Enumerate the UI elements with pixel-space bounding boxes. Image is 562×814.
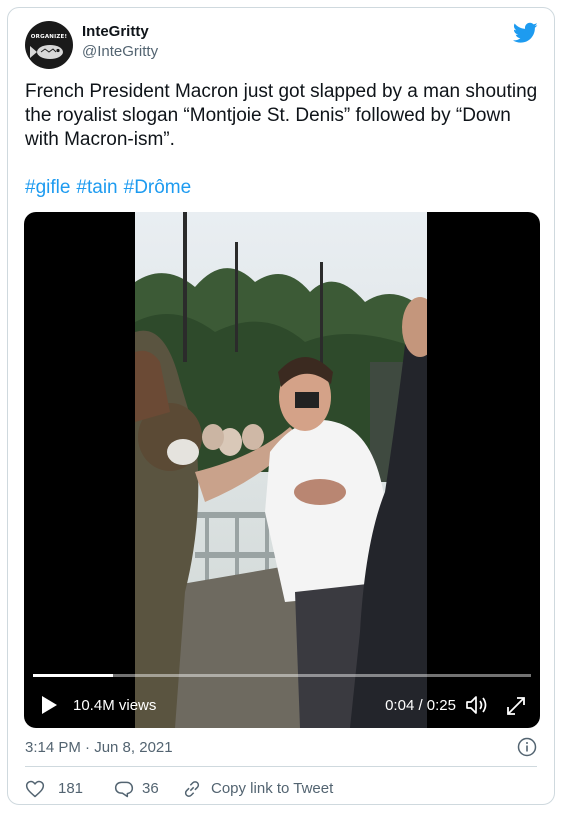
avatar-fish-icon <box>30 45 63 59</box>
avatar-label: ORGANIZE! <box>30 34 68 40</box>
volume-icon[interactable] <box>465 695 489 715</box>
video-progress-bar[interactable] <box>33 674 531 677</box>
fullscreen-icon[interactable] <box>505 695 527 717</box>
hashtag-drome[interactable]: #Drôme <box>124 177 192 198</box>
hashtag-gifle[interactable]: #gifle <box>25 177 70 198</box>
video-time: 0:04 / 0:25 <box>385 697 456 714</box>
user-name[interactable]: InteGritty <box>82 23 149 40</box>
reply-count: 36 <box>142 780 159 797</box>
tweet-text: French President Macron just got slapped… <box>25 81 538 150</box>
like-count: 181 <box>58 780 84 797</box>
reply-icon <box>114 781 134 798</box>
divider <box>25 766 537 767</box>
video-player[interactable]: 10.4M views 0:04 / 0:25 <box>24 212 540 728</box>
user-handle[interactable]: @InteGritty <box>82 43 158 60</box>
copy-link-label: Copy link to Tweet <box>211 780 334 797</box>
video-views: 10.4M views <box>73 697 157 714</box>
tweet-card[interactable]: ORGANIZE! InteGritty @InteGritty French … <box>7 7 555 805</box>
link-icon <box>184 781 200 797</box>
avatar[interactable]: ORGANIZE! <box>25 21 73 69</box>
hashtag-tain[interactable]: #tain <box>76 177 117 198</box>
hashtags: #gifle #tain #Drôme <box>25 176 197 200</box>
tweet-actions: 181 36 Copy link to Tweet <box>25 779 535 799</box>
video-frame <box>135 212 427 728</box>
heart-icon <box>25 780 45 798</box>
play-icon[interactable] <box>41 696 57 714</box>
tweet-timestamp[interactable]: 3:14 PM · Jun 8, 2021 <box>25 739 173 756</box>
twitter-bird-icon[interactable] <box>513 22 538 44</box>
video-progress-fill <box>33 674 113 677</box>
info-icon[interactable] <box>517 737 537 757</box>
